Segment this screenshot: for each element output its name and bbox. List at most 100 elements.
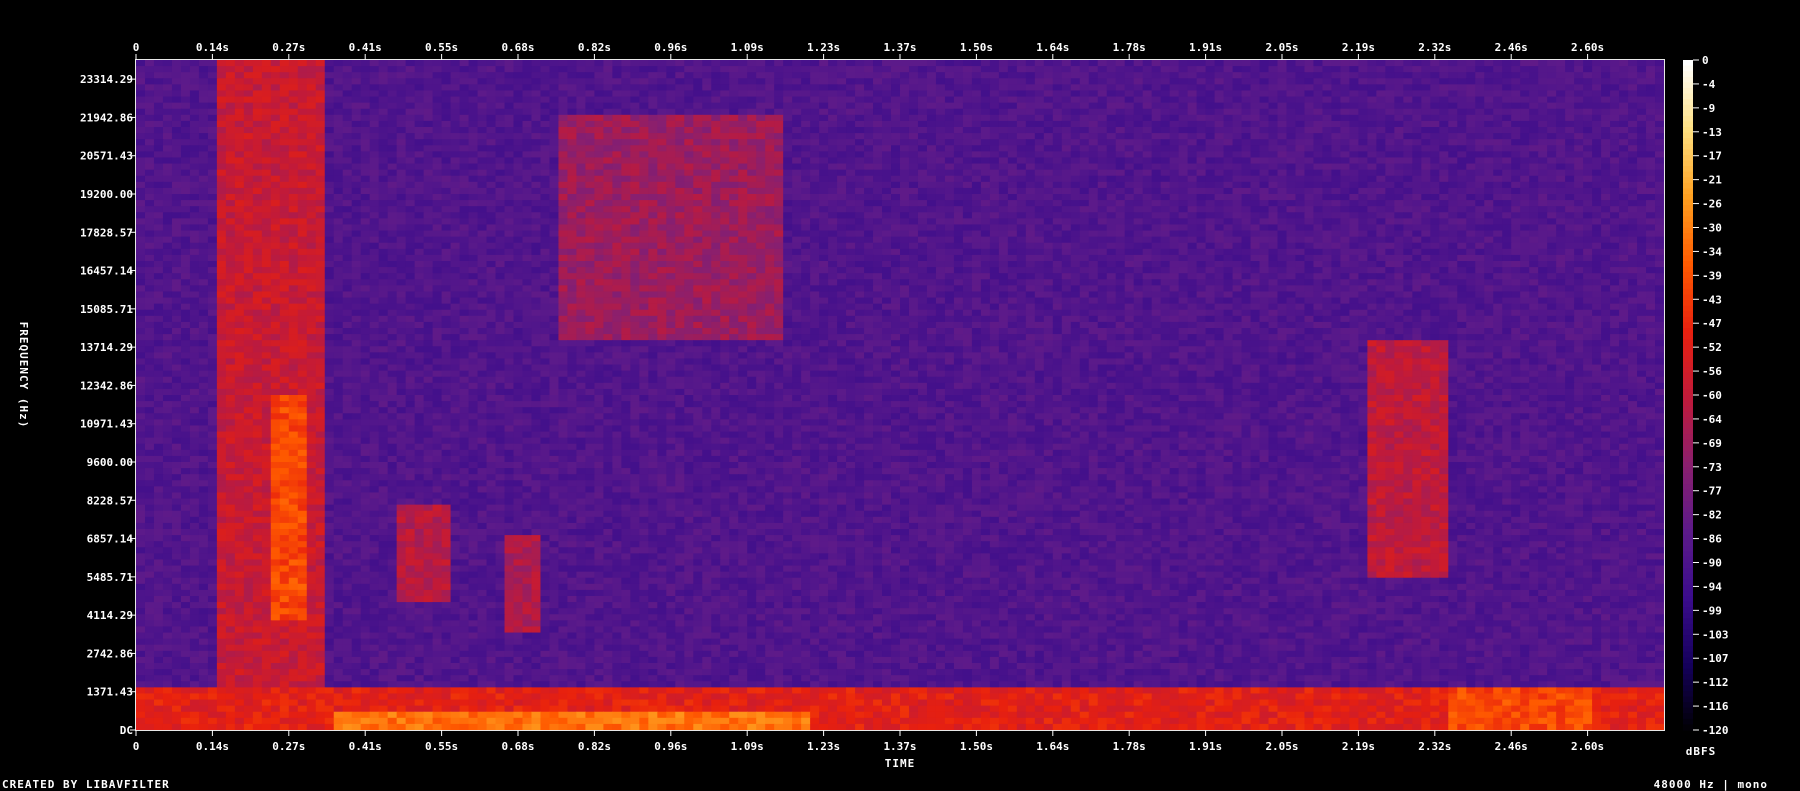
spectrogram-cell xyxy=(315,194,326,201)
spectrogram-cell xyxy=(1538,145,1548,152)
spectrogram-cell xyxy=(810,60,820,67)
spectrogram-cell xyxy=(522,72,533,79)
spectrogram-cell xyxy=(171,78,182,85)
spectrogram-cell xyxy=(216,108,227,116)
spectrogram-cell xyxy=(549,212,560,219)
spectrogram-cell xyxy=(540,66,551,73)
spectrogram-cell xyxy=(1655,169,1665,177)
spectrogram-cell xyxy=(971,157,982,165)
spectrogram-cell xyxy=(1322,200,1333,207)
spectrogram-cell xyxy=(1637,169,1647,177)
spectrogram-cell xyxy=(711,230,721,238)
spectrogram-cell xyxy=(711,66,721,73)
spectrogram-cell xyxy=(1340,108,1351,116)
spectrogram-cell xyxy=(405,175,416,183)
spectrogram-cell xyxy=(1403,84,1413,92)
spectrogram-cell xyxy=(1322,151,1333,159)
spectrogram-cell xyxy=(603,84,613,92)
spectrogram-cell xyxy=(1412,78,1422,85)
spectrogram-cell xyxy=(989,218,1000,226)
spectrogram-cell xyxy=(864,84,874,92)
spectrogram-cell xyxy=(1007,200,1018,207)
spectrogram-cell xyxy=(351,102,362,110)
spectrogram-cell xyxy=(1196,200,1207,207)
spectrogram-cell xyxy=(639,181,649,189)
spectrogram-cell xyxy=(423,145,434,152)
spectrogram-cell xyxy=(216,181,227,189)
spectrogram-cell xyxy=(1466,187,1476,195)
spectrogram-cell xyxy=(1430,139,1440,146)
spectrogram-cell xyxy=(648,72,658,79)
spectrogram-cell xyxy=(1268,187,1279,195)
spectrogram-cell xyxy=(1169,200,1180,207)
spectrogram-cell xyxy=(1331,84,1342,92)
spectrogram-cell xyxy=(1394,78,1404,85)
spectrogram-cell xyxy=(207,60,218,67)
spectrogram-cell xyxy=(1466,194,1476,201)
spectrogram-cell xyxy=(432,102,443,110)
spectrogram-cell xyxy=(1340,96,1351,104)
spectrogram-cell xyxy=(279,206,290,213)
spectrogram-cell xyxy=(1529,90,1539,98)
spectrogram-cell xyxy=(1052,212,1063,219)
spectrogram-cell xyxy=(1547,230,1557,238)
spectrogram-cell xyxy=(558,224,569,232)
spectrogram-cell xyxy=(980,224,991,232)
spectrogram-cell xyxy=(873,206,883,213)
spectrogram-cell xyxy=(495,224,506,232)
spectrogram-cell xyxy=(657,120,667,128)
spectrogram-cell xyxy=(684,133,694,140)
spectrogram-cell xyxy=(567,236,578,244)
spectrogram-cell xyxy=(279,96,290,104)
spectrogram-cell xyxy=(729,206,739,213)
spectrogram-cell xyxy=(891,84,901,92)
spectrogram-cell xyxy=(989,157,1000,165)
spectrogram-cell xyxy=(926,102,937,110)
spectrogram-cell xyxy=(1574,169,1584,177)
spectrogram-cell xyxy=(1277,145,1288,152)
spectrogram-cell xyxy=(1583,230,1593,238)
spectrogram-cell xyxy=(567,84,578,92)
spectrogram-cell xyxy=(1430,78,1440,85)
spectrogram-cell xyxy=(819,181,829,189)
spectrogram-cell xyxy=(594,90,604,98)
spectrogram-cell xyxy=(450,114,461,122)
spectrogram-cell xyxy=(136,120,146,128)
spectrogram-cell xyxy=(935,200,946,207)
spectrogram-cell xyxy=(234,108,245,116)
spectrogram-cell xyxy=(1151,84,1162,92)
spectrogram-cell xyxy=(459,90,470,98)
spectrogram-cell xyxy=(1043,84,1054,92)
spectrogram-cell xyxy=(1250,145,1261,152)
spectrogram-cell xyxy=(585,72,595,79)
spectrogram-cell xyxy=(279,175,290,183)
spectrogram-cell xyxy=(1196,218,1207,226)
spectrogram-cell xyxy=(1214,212,1225,219)
spectrogram-cell xyxy=(720,90,730,98)
spectrogram-cell xyxy=(1016,163,1027,171)
spectrogram-cell xyxy=(1142,145,1153,152)
spectrogram-cell xyxy=(1016,200,1027,207)
spectrogram-cell xyxy=(1250,66,1261,73)
spectrogram-cell xyxy=(1322,72,1333,79)
spectrogram-cell xyxy=(1655,200,1665,207)
spectrogram-cell xyxy=(1151,187,1162,195)
spectrogram-cell xyxy=(1574,206,1584,213)
spectrogram-cell xyxy=(738,236,748,244)
spectrogram-cell xyxy=(1628,218,1638,226)
spectrogram-cell xyxy=(980,114,991,122)
spectrogram-cell xyxy=(216,120,227,128)
spectrogram-cell xyxy=(234,206,245,213)
spectrogram-cell xyxy=(1016,66,1027,73)
spectrogram-cell xyxy=(1655,96,1665,104)
spectrogram-cell xyxy=(684,139,694,146)
spectrogram-cell xyxy=(369,72,380,79)
spectrogram-cell xyxy=(837,194,847,201)
spectrogram-cell xyxy=(396,66,407,73)
spectrogram-cell xyxy=(783,133,793,140)
spectrogram-cell xyxy=(1259,145,1270,152)
spectrogram-cell xyxy=(1160,102,1171,110)
spectrogram-cell xyxy=(549,72,560,79)
spectrogram-cell xyxy=(171,224,182,232)
spectrogram-cell xyxy=(1340,84,1351,92)
